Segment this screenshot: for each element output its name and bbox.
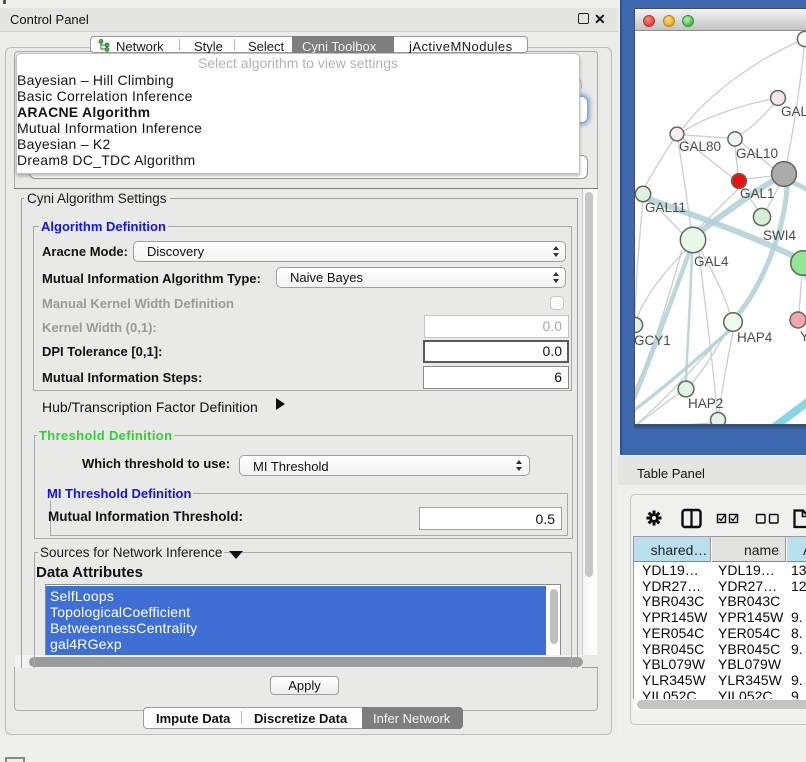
- svg-text:GAL11: GAL11: [645, 200, 686, 215]
- svg-text:Y: Y: [800, 329, 806, 344]
- svg-text:HAP2: HAP2: [688, 396, 723, 411]
- svg-text:GAL80: GAL80: [679, 139, 721, 154]
- svg-text:GAL4: GAL4: [694, 254, 729, 269]
- svg-text:GCY1: GCY1: [635, 333, 671, 348]
- svg-text:GAL10: GAL10: [736, 146, 778, 161]
- svg-text:SWI4: SWI4: [763, 228, 796, 243]
- svg-text:GAL1: GAL1: [740, 186, 775, 201]
- svg-text:HAP4: HAP4: [737, 330, 773, 345]
- svg-text:GAL: GAL: [781, 104, 806, 119]
